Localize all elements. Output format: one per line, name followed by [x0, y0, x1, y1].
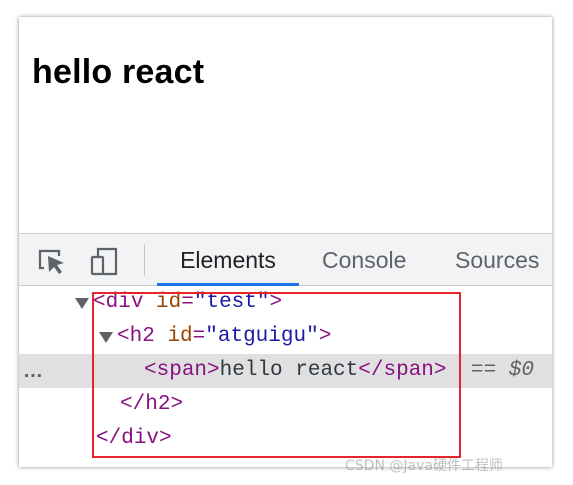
attr-name: id [156, 291, 182, 314]
element-picker-icon[interactable] [35, 246, 69, 276]
dom-node-h2[interactable]: <h2 id="atguigu"> [19, 320, 552, 354]
dom-node-h2-close[interactable]: </h2> [19, 388, 552, 422]
dom-node-div[interactable]: <div id="test"> [19, 286, 552, 320]
device-toolbar-icon[interactable] [87, 246, 121, 276]
tag-name: h2 [145, 393, 171, 416]
attr-name: id [167, 325, 193, 348]
devtools-panel: Elements Console Sources <div id="test">… [19, 233, 552, 467]
selected-node-marker: == $0 [471, 359, 535, 382]
tag-name: div [105, 291, 144, 314]
dom-node-div-close[interactable]: </div> [19, 422, 552, 456]
expand-triangle-icon[interactable] [75, 298, 89, 309]
tab-sources[interactable]: Sources [455, 234, 539, 285]
page-heading: hello react [32, 53, 205, 91]
more-options-icon[interactable]: … [23, 354, 44, 388]
devtools-toolbar: Elements Console Sources [19, 233, 552, 286]
expand-triangle-icon[interactable] [99, 332, 113, 343]
closing-tag-name: span [383, 359, 434, 382]
watermark: CSDN @Java硬件工程师 [345, 458, 503, 474]
tab-elements[interactable]: Elements [157, 234, 299, 286]
node-text: hello react [219, 359, 359, 382]
dom-tree: <div id="test"> <h2 id="atguigu"> … <spa… [19, 286, 552, 467]
browser-window: hello react Elements Console Sources <di… [19, 17, 552, 467]
dom-node-span-selected[interactable]: … <span>hello react</span> == $0 [19, 354, 552, 388]
attr-value: "atguigu" [205, 325, 319, 348]
toolbar-divider [144, 244, 145, 276]
tag-name: span [156, 359, 208, 382]
tag-name: h2 [129, 325, 155, 348]
attr-value: "test" [193, 291, 270, 314]
tab-console[interactable]: Console [322, 234, 406, 285]
tag-name: div [121, 427, 160, 450]
